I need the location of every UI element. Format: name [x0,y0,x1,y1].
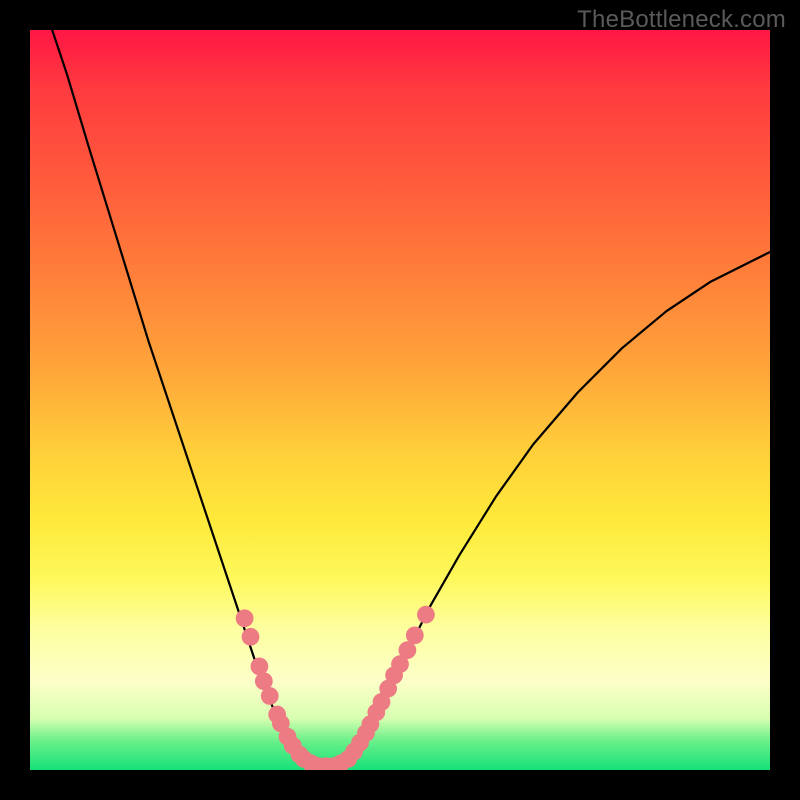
curve-marker [236,609,254,627]
curve-marker [417,606,435,624]
curve-layer [30,30,770,770]
plot-area [30,30,770,770]
curve-markers [236,606,435,770]
curve-marker [242,628,260,646]
chart-frame: TheBottleneck.com [0,0,800,800]
curve-marker [261,687,279,705]
curve-marker [406,626,424,644]
